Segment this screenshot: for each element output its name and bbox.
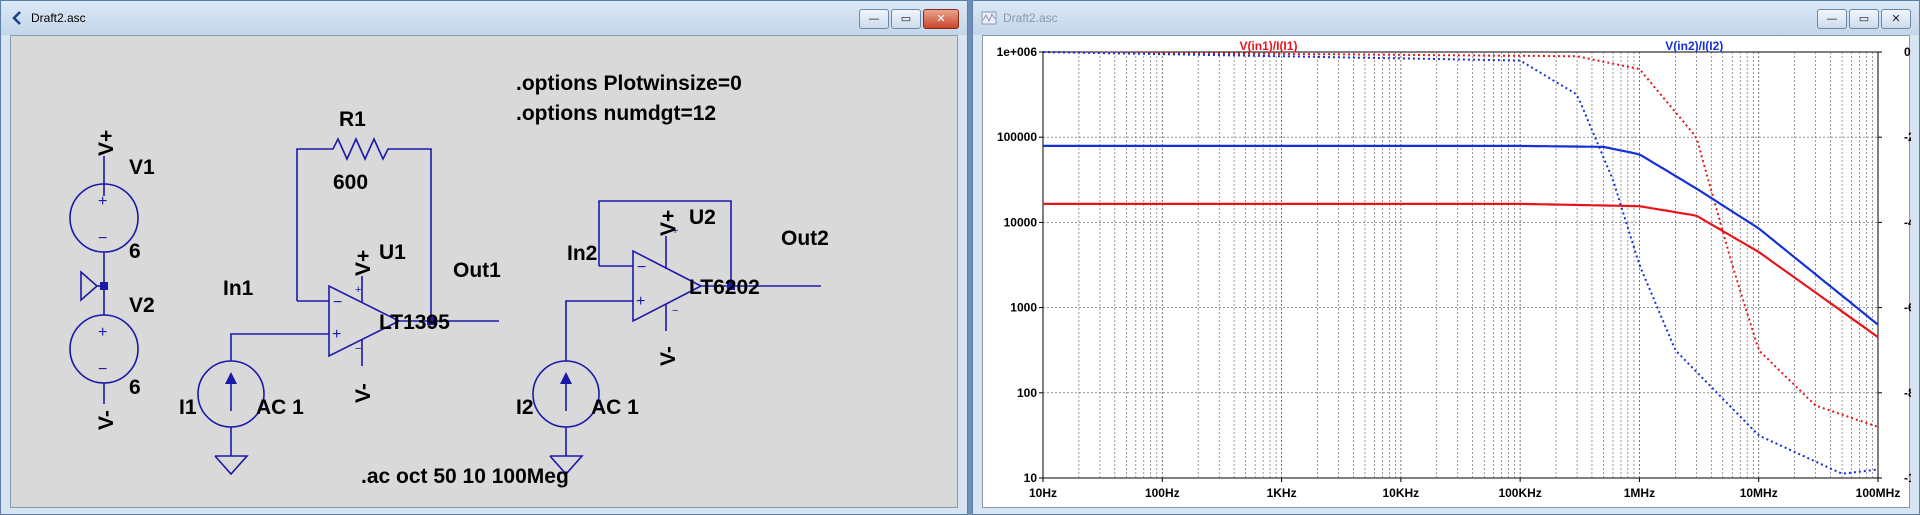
close-button[interactable]: ✕	[1881, 9, 1911, 29]
plot-frame	[1042, 51, 1879, 479]
maximize-button[interactable]: ▭	[1849, 9, 1879, 29]
x-tick-label: 100KHz	[1498, 486, 1541, 500]
ground-symbol-i1	[214, 455, 249, 476]
i1-label: I1	[179, 396, 197, 419]
x-tick-label: 100Hz	[1145, 486, 1180, 500]
v1-label: V1	[129, 156, 155, 179]
i2-value: AC 1	[591, 396, 639, 419]
u2-part: LT6202	[689, 276, 760, 299]
u2-plus: +	[636, 293, 645, 310]
i1-value: AC 1	[256, 396, 304, 419]
vminus-label: V-	[95, 410, 118, 430]
u1-label: U1	[379, 241, 406, 264]
y-left-tick-label: 1000	[1010, 301, 1037, 315]
y-right-tick-label: 0°	[1904, 45, 1911, 59]
plot-titlebar[interactable]: Draft2.asc — ▭ ✕	[973, 1, 1919, 35]
directive-ac[interactable]: .ac oct 50 10 100Meg	[361, 465, 569, 488]
u1-vplus-label: V+	[352, 250, 375, 276]
u1-supply-plus: +	[355, 284, 361, 296]
maximize-button[interactable]: ▭	[891, 9, 921, 29]
i2-label: I2	[516, 396, 534, 419]
u2-supply-minus: −	[672, 305, 678, 317]
x-tick-label: 10MHz	[1740, 486, 1778, 500]
y-left-tick-label: 10	[1024, 471, 1038, 485]
u2-minus: −	[637, 259, 646, 276]
schematic-title: Draft2.asc	[31, 11, 86, 25]
u2-vplus-label: V+	[657, 210, 680, 236]
u2-vminus-label: V-	[657, 346, 680, 366]
v2-value: 6	[129, 376, 141, 399]
schematic-titlebar[interactable]: Draft2.asc — ▭ ✕	[1, 1, 967, 35]
trace-legend-1: V(in1)/I(I1)	[1239, 39, 1297, 53]
y-left-tick-label: 1e+006	[997, 45, 1038, 59]
v1-plus: +	[98, 193, 107, 210]
minimize-button[interactable]: —	[859, 9, 889, 29]
directive-plotwinsize[interactable]: .options Plotwinsize=0	[516, 72, 742, 95]
u1-vminus-label: V-	[352, 383, 375, 403]
schematic-canvas[interactable]: + − + − − + − + + − + − V+ V1 6 V2 6 V-	[10, 35, 958, 508]
u1-minus: −	[333, 294, 342, 311]
out1-label: Out1	[453, 259, 501, 282]
u2-label: U2	[689, 206, 716, 229]
ground-symbol-left	[80, 270, 99, 302]
x-tick-label: 100MHz	[1856, 486, 1901, 500]
trace-legend-2: V(in2)/I(I2)	[1665, 39, 1723, 53]
node-dot-gnd	[100, 282, 108, 290]
close-button[interactable]: ✕	[923, 9, 959, 29]
plot-title: Draft2.asc	[1003, 11, 1058, 25]
waveform-icon	[981, 11, 997, 25]
r1-value: 600	[333, 171, 368, 194]
in1-label: In1	[223, 277, 254, 300]
y-left-tick-label: 10000	[1004, 215, 1038, 229]
u1-plus: +	[332, 326, 341, 343]
v1-vplus-label: V+	[95, 130, 118, 156]
y-left-tick-label: 100	[1017, 386, 1037, 400]
plot-window[interactable]: Draft2.asc — ▭ ✕ 10Hz 100Hz 1KHz 10KHz 100KH…	[972, 0, 1920, 515]
out2-label: Out2	[781, 227, 829, 250]
minimize-button[interactable]: —	[1817, 9, 1847, 29]
magnitude-trace-2	[1043, 144, 1879, 326]
x-tick-label: 1MHz	[1624, 486, 1655, 500]
bode-plot[interactable]: 10Hz 100Hz 1KHz 10KHz 100KHz 1MHz 10MHz 100MHz 1…	[983, 36, 1911, 509]
v2-label: V2	[129, 294, 155, 317]
schematic-window[interactable]: Draft2.asc — ▭ ✕ + − + − − + − + + − + −…	[0, 0, 968, 515]
y-right-tick-label: -80°	[1904, 386, 1911, 400]
y-right-tick-label: -40°	[1904, 215, 1911, 229]
v1-value: 6	[129, 240, 141, 263]
v2-plus: +	[98, 324, 107, 341]
v2-minus: −	[98, 361, 107, 378]
x-tick-label: 10Hz	[1029, 486, 1057, 500]
u1-part: LT1395	[379, 311, 450, 334]
y-left-tick-label: 100000	[997, 130, 1037, 144]
directive-numdgt[interactable]: .options numdgt=12	[516, 102, 716, 125]
v1-minus: −	[98, 230, 107, 247]
phase-trace-2	[1042, 51, 1879, 475]
y-right-tick-label: -20°	[1904, 130, 1911, 144]
y-right-tick-label: -100°	[1904, 471, 1911, 485]
phase-trace-1	[1043, 51, 1879, 428]
plot-pane[interactable]: 10Hz 100Hz 1KHz 10KHz 100KHz 1MHz 10MHz 100MHz 1…	[982, 35, 1911, 509]
ltspice-icon	[12, 11, 21, 25]
in2-label: In2	[567, 242, 597, 265]
r1-label: R1	[339, 108, 366, 131]
u1-supply-minus: −	[355, 343, 361, 355]
y-right-tick-label: -60°	[1904, 301, 1911, 315]
x-tick-label: 10KHz	[1383, 486, 1420, 500]
schematic-drawing[interactable]: + − + − − + − + + − + − V+ V1 6 V2 6 V-	[11, 36, 959, 509]
x-tick-label: 1KHz	[1267, 486, 1297, 500]
